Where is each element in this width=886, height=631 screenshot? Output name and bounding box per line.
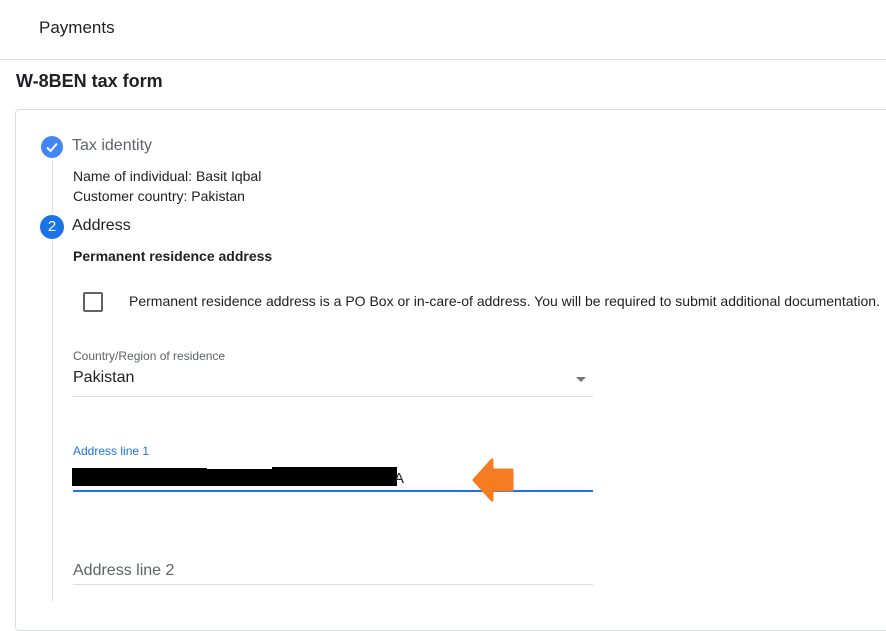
individual-name: Name of individual: Basit Iqbal: [73, 168, 262, 184]
redaction-bar: [205, 469, 275, 486]
step-complete-icon: [41, 136, 63, 158]
country-value: Pakistan: [73, 369, 135, 386]
customer-country: Customer country: Pakistan: [73, 188, 245, 204]
section-title: Permanent residence address: [73, 248, 273, 264]
pointer-arrow-icon: [472, 458, 514, 502]
app-title: Payments: [39, 18, 115, 37]
po-box-checkbox[interactable]: [83, 292, 103, 312]
page-title: W-8BEN tax form: [16, 71, 163, 91]
country-label: Country/Region of residence: [73, 349, 226, 363]
redaction-bar: [272, 467, 397, 486]
address-line1-value[interactable]: A: [394, 470, 404, 487]
dropdown-arrow-icon[interactable]: [576, 377, 586, 382]
step-title-tax-identity[interactable]: Tax identity: [72, 137, 152, 155]
step-number-badge: 2: [40, 215, 64, 239]
address-line2-underline: [73, 584, 593, 585]
po-box-checkbox-label[interactable]: Permanent residence address is a PO Box …: [129, 293, 880, 309]
step-title-address: Address: [72, 217, 131, 234]
check-icon: [46, 142, 58, 153]
redaction-bar: [72, 468, 207, 486]
step-connector: [52, 160, 53, 213]
country-select[interactable]: Country/Region of residence Pakistan: [73, 349, 593, 387]
step-connector: [52, 241, 53, 601]
country-underline: [73, 396, 593, 397]
address-line2-input[interactable]: Address line 2: [73, 562, 174, 580]
top-bar: Payments: [0, 0, 886, 60]
